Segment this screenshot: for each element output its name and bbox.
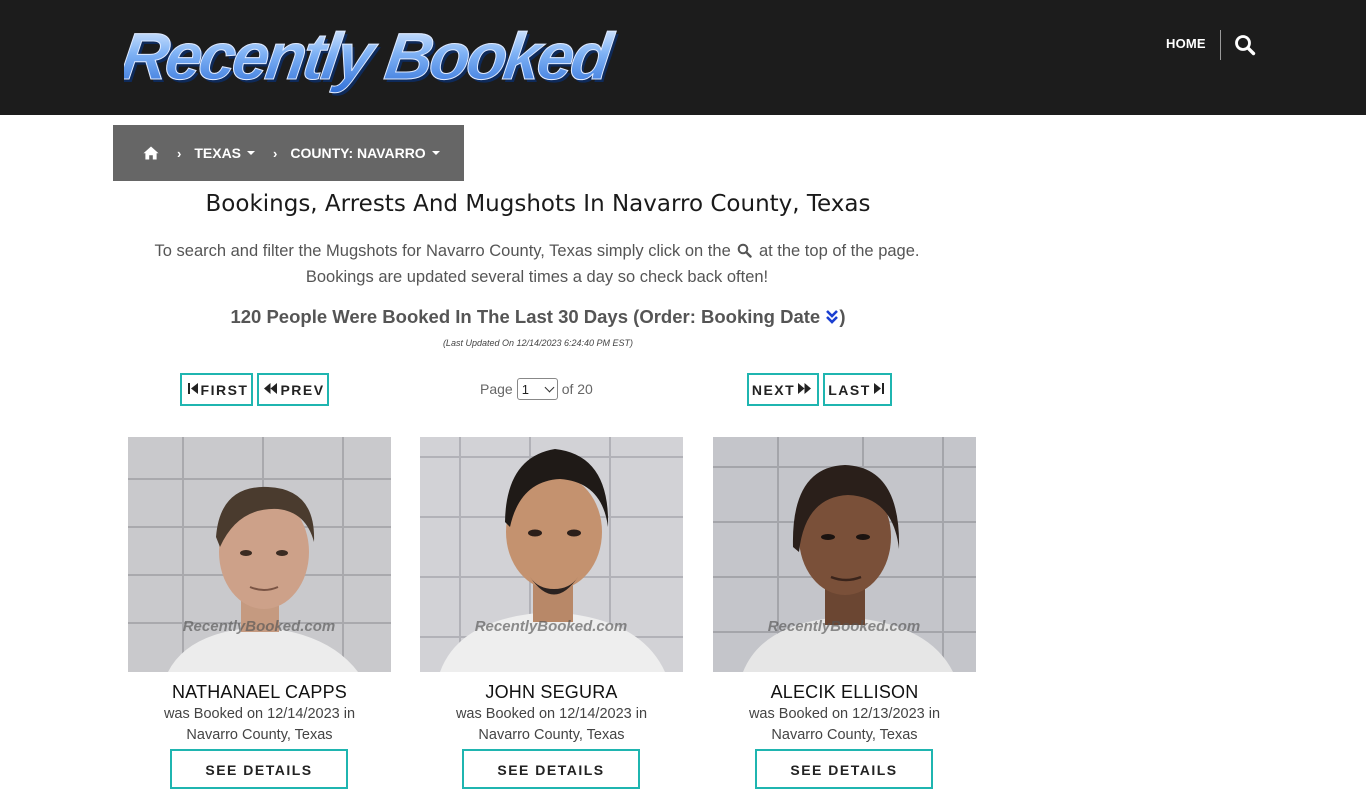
booking-date-text: was Booked on 12/13/2023 in — [748, 706, 941, 722]
mugshot-photo[interactable]: RecentlyBooked.com — [420, 437, 683, 672]
booking-card: RecentlyBooked.com ALECIK ELLISON was Bo… — [713, 437, 976, 789]
chevron-right-icon: › — [273, 145, 278, 161]
next-page-button[interactable]: NEXT — [747, 373, 819, 406]
skip-forward-icon — [873, 382, 884, 397]
booking-location-text: Navarro County, Texas — [186, 727, 333, 743]
prev-page-button[interactable]: PREV — [257, 373, 329, 406]
mugshot-photo[interactable]: RecentlyBooked.com — [713, 437, 976, 672]
breadcrumb-state-label: TEXAS — [194, 145, 242, 161]
skip-back-icon — [187, 382, 198, 397]
last-updated: (Last Updated On 12/14/2023 6:24:40 PM E… — [442, 338, 634, 348]
page-title: Bookings, Arrests And Mugshots In Navarr… — [205, 191, 871, 217]
breadcrumb: › TEXAS › COUNTY: NAVARRO — [113, 125, 464, 181]
caret-down-icon — [247, 151, 256, 155]
inmate-name[interactable]: NATHANAEL CAPPS — [128, 682, 391, 703]
site-header: Recently Booked Recently Booked HOME — [0, 0, 1366, 115]
watermark-text: RecentlyBooked.com — [183, 618, 336, 635]
booking-location-text: Navarro County, Texas — [478, 727, 625, 743]
fast-forward-icon — [798, 382, 812, 397]
booking-count-close: ) — [839, 306, 846, 327]
search-icon — [737, 240, 753, 258]
breadcrumb-item-county[interactable]: COUNTY: NAVARRO — [290, 145, 440, 161]
watermark-text: RecentlyBooked.com — [475, 618, 628, 635]
booking-date-text: was Booked on 12/14/2023 in — [163, 706, 356, 722]
intro-line2: Bookings are updated several times a day… — [305, 268, 769, 286]
see-details-button[interactable]: SEE DETAILS — [462, 749, 640, 789]
chevron-down-icon — [544, 382, 555, 392]
last-page-label: LAST — [828, 381, 871, 398]
first-page-label: FIRST — [200, 381, 249, 398]
nav-divider — [1220, 30, 1221, 60]
mugshot-photo[interactable]: RecentlyBooked.com — [128, 437, 391, 672]
see-details-button[interactable]: SEE DETAILS — [755, 749, 933, 789]
booking-card: RecentlyBooked.com JOHN SEGURA was Booke… — [420, 437, 683, 789]
booking-location-text: Navarro County, Texas — [771, 727, 918, 743]
first-page-button[interactable]: FIRST — [180, 373, 253, 406]
inmate-name[interactable]: JOHN SEGURA — [420, 682, 683, 703]
intro-text: To search and filter the Mugshots for Na… — [113, 238, 961, 290]
last-page-button[interactable]: LAST — [823, 373, 892, 406]
chevron-right-icon: › — [177, 145, 182, 161]
search-icon[interactable] — [1234, 34, 1256, 56]
breadcrumb-item-state[interactable]: TEXAS — [194, 145, 256, 161]
double-chevron-down-icon[interactable] — [825, 307, 839, 324]
page-number-value: 1 — [521, 381, 529, 397]
rewind-icon — [264, 382, 278, 397]
booking-card: RecentlyBooked.com NATHANAEL CAPPS was B… — [128, 437, 391, 789]
page-number-select[interactable]: 1 — [516, 378, 558, 400]
page-of-label: of 20 — [561, 381, 593, 397]
watermark-text: RecentlyBooked.com — [768, 618, 921, 635]
page-label: Page — [480, 381, 513, 397]
intro-part2: at the top of the page. — [758, 242, 920, 260]
booking-date-text: was Booked on 12/14/2023 in — [455, 706, 648, 722]
prev-page-label: PREV — [280, 381, 325, 398]
booking-count-heading: 120 People Were Booked In The Last 30 Da… — [113, 306, 963, 328]
intro-part1: To search and filter the Mugshots for Na… — [154, 242, 731, 260]
logo-text: Recently Booked — [124, 20, 618, 94]
site-logo[interactable]: Recently Booked Recently Booked — [124, 18, 624, 96]
home-icon[interactable] — [143, 145, 159, 161]
caret-down-icon — [431, 151, 440, 155]
see-details-button[interactable]: SEE DETAILS — [170, 749, 348, 789]
booking-count-text: 120 People Were Booked In The Last 30 Da… — [230, 306, 821, 327]
breadcrumb-county-label: COUNTY: NAVARRO — [290, 145, 426, 161]
page-selector: Page 1 of 20 — [480, 378, 593, 400]
nav-home-link[interactable]: HOME — [1166, 36, 1206, 51]
inmate-name[interactable]: ALECIK ELLISON — [713, 682, 976, 703]
next-page-label: NEXT — [751, 381, 796, 398]
